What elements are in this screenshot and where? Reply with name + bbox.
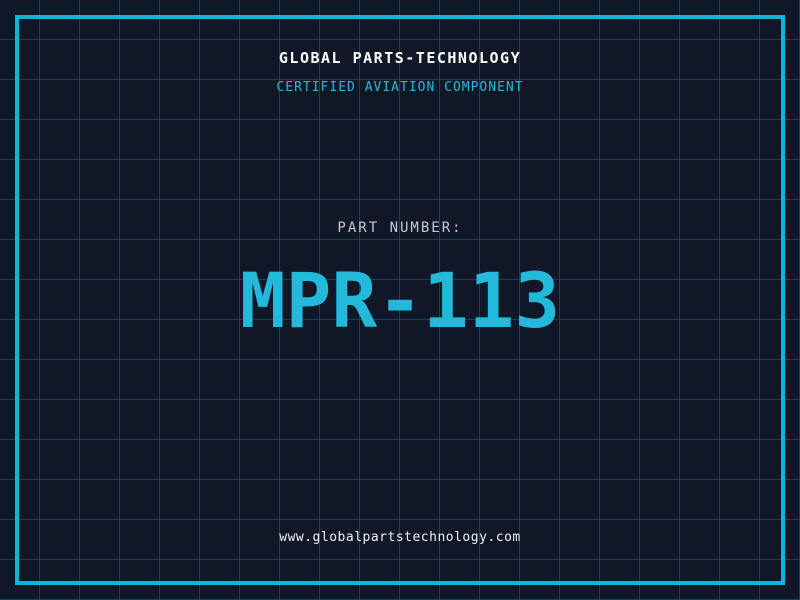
part-number-label: PART NUMBER: [337, 220, 463, 236]
part-number-value: MPR-113 [239, 256, 561, 345]
website-url: www.globalpartstechnology.com [279, 530, 521, 545]
company-name: GLOBAL PARTS-TECHNOLOGY [278, 49, 522, 67]
certification-subtitle: CERTIFIED AVIATION COMPONENT [276, 80, 524, 95]
certificate-page: { "page": { "company_name": "GLOBAL PART… [0, 0, 800, 600]
